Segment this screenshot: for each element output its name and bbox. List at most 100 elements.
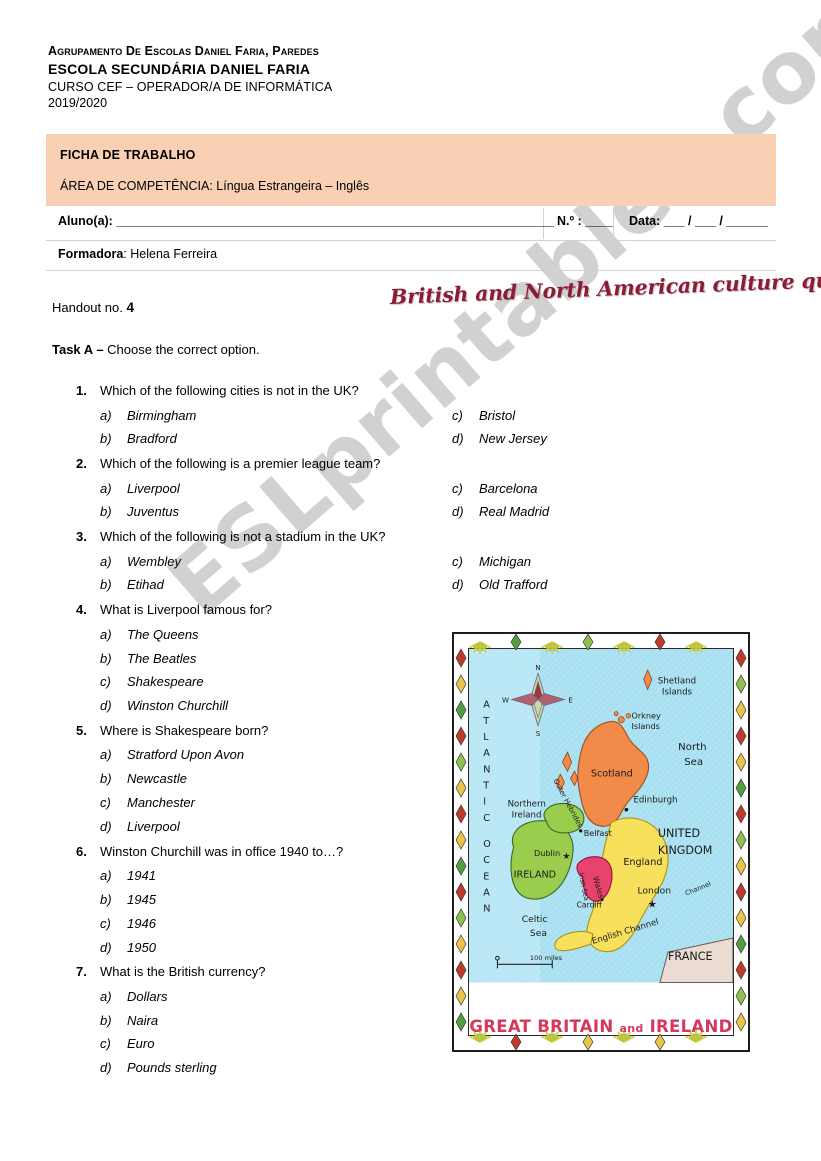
option-list: a) The Queens b) The Beatles c) Shakespeare d)…	[52, 623, 652, 718]
option-label: c)	[100, 674, 111, 690]
option-label: b)	[100, 891, 112, 907]
option-label: a)	[100, 988, 112, 1004]
question-block: 2. Which of the following is a premier le…	[52, 451, 652, 524]
option-label: b)	[100, 577, 112, 593]
date-field[interactable]: Data: ___ / ___ / ______	[629, 214, 768, 228]
option-item[interactable]: c) Barcelona	[452, 477, 662, 501]
option-item[interactable]: a) Dollars	[52, 985, 652, 1009]
option-item[interactable]: b) Newcastle	[52, 767, 652, 791]
map-caption-right: IRELAND	[649, 1017, 733, 1036]
option-label: b)	[100, 771, 112, 787]
task-a-heading: Task A – Choose the correct option.	[52, 342, 260, 357]
trainer-info: Formadora: Helena Ferreira	[58, 247, 217, 261]
school-year: 2019/2020	[48, 96, 108, 110]
option-item[interactable]: d) New Jersey	[452, 427, 662, 451]
question-text: Which of the following is a premier leag…	[100, 456, 381, 472]
option-label: c)	[452, 553, 463, 569]
option-label: b)	[100, 1012, 112, 1028]
row-divider	[613, 208, 614, 239]
document-page: ESLprintables.com Agrupamento de Escolas…	[0, 0, 821, 1161]
task-a-label: Task A –	[52, 342, 108, 357]
question-text-row: 3. Which of the following is not a stadiu…	[52, 524, 652, 550]
worksheet-title: FICHA DE TRABALHO	[60, 148, 196, 162]
worksheet-info-box: FICHA DE TRABALHO ÁREA DE COMPETÊNCIA: L…	[46, 134, 776, 206]
option-row: a) Wembley c) Michigan	[52, 550, 652, 574]
question-number: 6.	[76, 843, 87, 859]
svg-text:North: North	[678, 742, 706, 753]
question-number: 5.	[76, 722, 87, 738]
question-block: 6. Winston Churchill was in office 1940 t…	[52, 839, 652, 960]
option-item[interactable]: a) 1941	[52, 864, 652, 888]
option-item[interactable]: b) The Beatles	[52, 647, 652, 671]
school-header: Agrupamento de Escolas Daniel Faria, Par…	[48, 44, 748, 110]
option-label: c)	[100, 1036, 111, 1052]
option-label: a)	[100, 868, 112, 884]
option-item[interactable]: c) Euro	[52, 1032, 652, 1056]
option-label: b)	[100, 431, 112, 447]
question-text-row: 6. Winston Churchill was in office 1940 t…	[52, 839, 652, 865]
option-label: a)	[100, 553, 112, 569]
school-group-name: Agrupamento de Escolas Daniel Faria, Par…	[48, 44, 319, 58]
option-item[interactable]: d) Winston Churchill	[52, 694, 652, 718]
option-label: d)	[452, 431, 464, 447]
option-list: a) 1941 b) 1945 c) 1946 d) 1950	[52, 864, 652, 959]
option-label: a)	[100, 480, 112, 496]
option-item[interactable]: b) Naira	[52, 1009, 652, 1033]
option-item[interactable]: d) Liverpool	[52, 815, 652, 839]
option-list: a) Wembley c) Michigan b) Etihad d) Old Traffor…	[52, 550, 652, 598]
trainer-label: Formadora	[58, 247, 124, 261]
option-item[interactable]: c) Michigan	[452, 550, 662, 574]
question-text-row: 4. What is Liverpool famous for?	[52, 597, 652, 623]
question-list: 1. Which of the following cities is not i…	[52, 378, 652, 1080]
option-list: a) Stratford Upon Avon b) Newcastle c) Manche…	[52, 743, 652, 838]
trainer-name: Helena Ferreira	[130, 247, 218, 261]
question-text: Which of the following cities is not in …	[100, 383, 359, 398]
option-item[interactable]: c) Shakespeare	[52, 670, 652, 694]
option-label: a)	[100, 407, 112, 423]
option-label: d)	[100, 818, 112, 834]
svg-text:Shetland: Shetland	[658, 676, 696, 686]
option-item[interactable]: c) Bristol	[452, 404, 662, 428]
question-block: 5. Where is Shakespeare born? a) Stratford …	[52, 718, 652, 839]
question-text: What is Liverpool famous for?	[100, 602, 272, 618]
question-number: 4.	[76, 602, 87, 618]
question-text: Where is Shakespeare born?	[100, 722, 269, 738]
option-label: d)	[452, 504, 464, 520]
student-name-field[interactable]: Aluno(a): ______________________________…	[58, 214, 554, 228]
option-label: b)	[100, 504, 112, 520]
option-item[interactable]: d) Real Madrid	[452, 500, 662, 524]
option-label: c)	[452, 480, 463, 496]
question-text-row: 2. Which of the following is a premier le…	[52, 451, 652, 477]
option-item[interactable]: a) Stratford Upon Avon	[52, 743, 652, 767]
question-block: 1. Which of the following cities is not i…	[52, 378, 652, 451]
option-item[interactable]: b) 1945	[52, 888, 652, 912]
question-number: 3.	[76, 529, 87, 545]
option-list: a) Dollars b) Naira c) Euro d) Pounds sterling	[52, 985, 652, 1080]
task-a-instruction: Choose the correct option.	[107, 342, 260, 357]
option-item[interactable]: c) 1946	[52, 912, 652, 936]
option-list: a) Birmingham c) Bristol b) Bradford d) New Jer…	[52, 404, 652, 452]
question-text: What is the British currency?	[100, 964, 266, 980]
trainer-row: Formadora: Helena Ferreira	[46, 240, 776, 271]
option-label: a)	[100, 747, 112, 763]
question-block: 3. Which of the following is not a stadiu…	[52, 524, 652, 597]
question-text: Which of the following is not a stadium …	[100, 529, 386, 545]
option-item[interactable]: a) The Queens	[52, 623, 652, 647]
option-item[interactable]: c) Manchester	[52, 791, 652, 815]
option-label: c)	[100, 795, 111, 811]
question-number: 7.	[76, 964, 87, 980]
svg-text:Sea: Sea	[684, 757, 703, 768]
option-item[interactable]: d) 1950	[52, 936, 652, 960]
svg-text:FRANCE: FRANCE	[668, 950, 713, 963]
handout-line: Handout no. 4	[52, 300, 134, 315]
option-item[interactable]: d) Old Trafford	[452, 573, 662, 597]
question-block: 4. What is Liverpool famous for? a) The Que…	[52, 597, 652, 718]
option-label: a)	[100, 626, 112, 642]
school-name: ESCOLA SECUNDÁRIA DANIEL FARIA	[48, 61, 311, 77]
question-number: 1.	[76, 383, 87, 398]
student-number-field[interactable]: N.º : ____	[557, 214, 613, 228]
option-item[interactable]: d) Pounds sterling	[52, 1056, 652, 1080]
option-row: b) Etihad d) Old Trafford	[52, 573, 652, 597]
svg-text:UNITED: UNITED	[658, 827, 700, 840]
competence-area: ÁREA DE COMPETÊNCIA: Língua Estrangeira …	[60, 179, 370, 193]
